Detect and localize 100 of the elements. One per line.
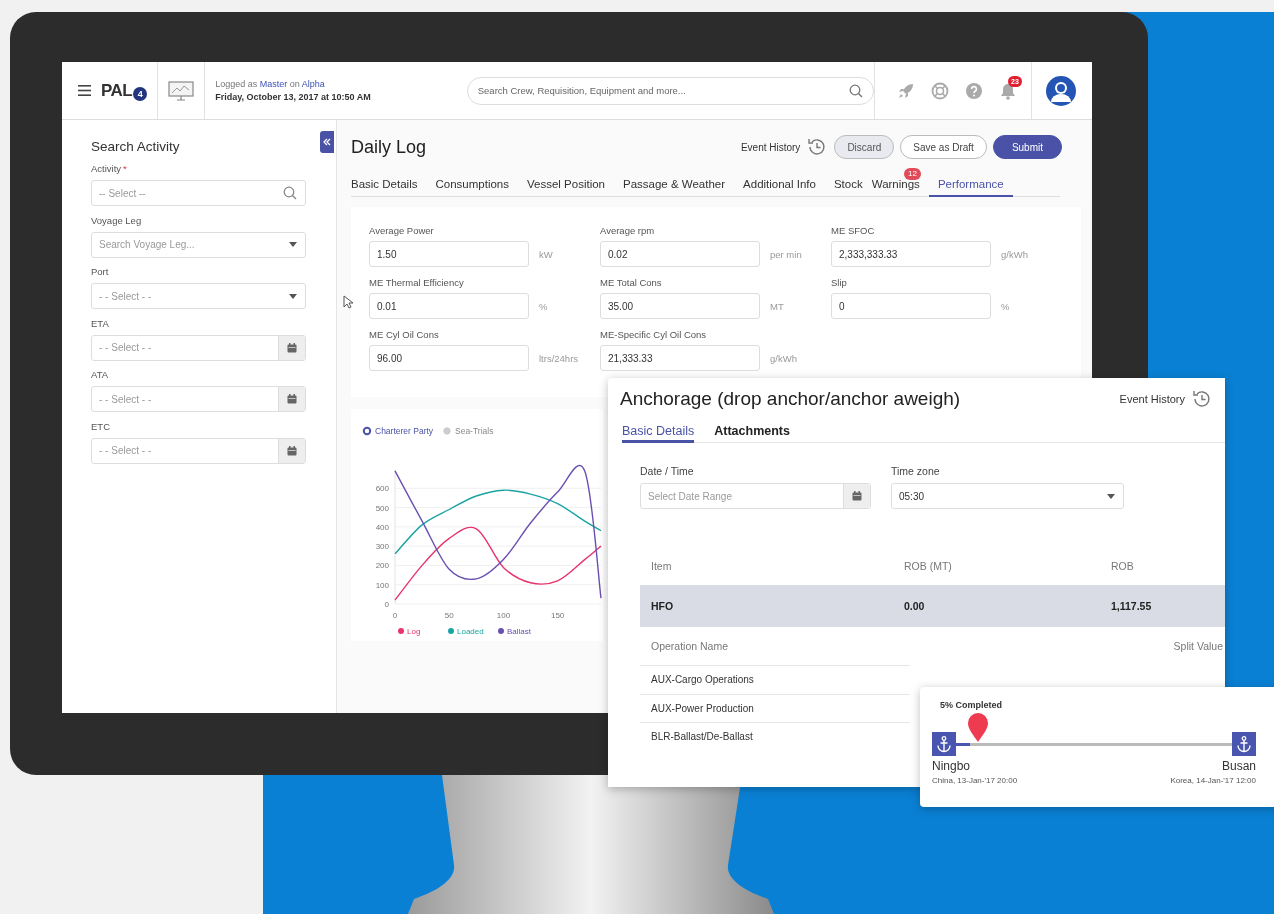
- axis-label: 150: [550, 611, 565, 620]
- radio-button[interactable]: [362, 426, 372, 436]
- panel-title: Search Activity: [91, 139, 180, 154]
- event-history-link[interactable]: Event History: [740, 141, 801, 153]
- caret-icon: [289, 293, 297, 299]
- field-label: Average rpm: [600, 225, 656, 236]
- search-icon: [283, 186, 297, 200]
- unit-label: ltrs/24hrs: [539, 352, 579, 364]
- input-field[interactable]: 35.00: [600, 293, 760, 319]
- axis-label: 100: [496, 611, 511, 620]
- avatar-icon[interactable]: [1046, 75, 1076, 106]
- tab[interactable]: Performance: [928, 172, 1013, 197]
- field-label: Voyage Leg: [91, 214, 142, 226]
- column-header: Operation Name: [651, 640, 729, 652]
- table-cell: AUX-Power Production: [640, 693, 910, 722]
- calendar-icon: [287, 342, 297, 353]
- input-field[interactable]: 0.01: [369, 293, 529, 319]
- port-detail: Korea, 14-Jan-'17 12:00: [1170, 776, 1256, 785]
- unit-label: MT: [770, 300, 784, 312]
- port-detail: China, 13-Jan-'17 20:00: [932, 776, 1018, 785]
- user-link[interactable]: Master: [259, 78, 288, 89]
- tab[interactable]: Vessel Position: [518, 172, 614, 197]
- column-header: ROB: [1111, 560, 1135, 572]
- tab[interactable]: Consumptions: [426, 172, 518, 197]
- axis-label: 300: [375, 542, 389, 552]
- calendar-icon: [287, 394, 297, 404]
- table-row[interactable]: HFO 0.00 1,117.55: [640, 585, 1225, 627]
- axis-label: 500: [375, 503, 389, 513]
- legend-label: Ballast: [507, 627, 531, 636]
- axis-label: 600: [375, 484, 389, 494]
- input-field[interactable]: 0.02: [600, 241, 760, 267]
- location-pin-icon: [967, 712, 990, 743]
- field-label: Date / Time: [640, 465, 695, 477]
- submit-button[interactable]: Submit: [992, 135, 1062, 159]
- monitor-icon[interactable]: [168, 80, 195, 101]
- unit-label: per min: [770, 248, 802, 260]
- input-field[interactable]: 96.00: [369, 345, 529, 371]
- table-cell: AUX-Cargo Operations: [640, 665, 910, 694]
- field-label: Activity: [91, 163, 122, 174]
- field-label: ETC: [91, 420, 110, 432]
- tab[interactable]: Additional Info: [734, 172, 825, 197]
- field-label: ME-Specific Cyl Oil Cons: [600, 329, 708, 340]
- axis-label: 200: [375, 561, 389, 571]
- axis-label: 0: [384, 600, 389, 609]
- logo-text: PAL: [101, 80, 133, 101]
- tab[interactable]: Basic Details: [622, 424, 695, 443]
- input-field[interactable]: 2,333,333.33: [831, 241, 991, 267]
- column-header: ROB (MT): [904, 560, 953, 572]
- field-label: ME Thermal Efficiency: [369, 277, 465, 288]
- draft-button[interactable]: Save as Draft: [900, 135, 987, 159]
- field-label: Time zone: [891, 465, 941, 477]
- column-header: Split Value: [1173, 640, 1223, 652]
- tab[interactable]: Attachments: [714, 424, 790, 443]
- caret-icon: [1107, 493, 1115, 499]
- table-cell-text: HFO: [651, 600, 675, 612]
- field-label: ETA: [91, 317, 109, 329]
- unit-label: g/kWh: [1001, 248, 1028, 260]
- unit-label: kW: [539, 248, 553, 260]
- timezone-dropdown[interactable]: 05:30: [891, 483, 1124, 509]
- field-label: Slip: [831, 277, 848, 288]
- login-text: Logged as Master on Alpha: [215, 77, 326, 91]
- field-label: ME SFOC: [831, 225, 876, 236]
- table-cell-text: 1,117.55: [1111, 600, 1153, 612]
- axis-label: 50: [444, 611, 454, 620]
- clock-history-icon: [1191, 388, 1213, 410]
- table-cell: BLR-Ballast/De-Ballast: [640, 722, 910, 751]
- anchor-icon: [1232, 732, 1256, 756]
- calendar-icon: [287, 445, 297, 456]
- field-label: Port: [91, 266, 109, 277]
- anchor-icon: [932, 732, 956, 756]
- tab[interactable]: Basic Details: [351, 172, 427, 197]
- collapse-button[interactable]: [320, 131, 334, 153]
- bell-icon[interactable]: [999, 81, 1018, 100]
- unit-label: %: [1001, 300, 1010, 312]
- menu-icon[interactable]: [78, 85, 91, 96]
- required-marker: *: [123, 163, 127, 174]
- option-label[interactable]: Charterer Party: [375, 426, 434, 436]
- axis-label: 100: [375, 580, 389, 590]
- tab[interactable]: Stock: [824, 172, 872, 197]
- field-label: ME Cyl Oil Cons: [369, 329, 440, 340]
- discard-button[interactable]: Discard: [834, 135, 895, 159]
- unit-label: g/kWh: [770, 352, 797, 364]
- caret-icon: [289, 242, 297, 247]
- input-field[interactable]: 1.50: [369, 241, 529, 267]
- option-label[interactable]: Sea-Trials: [455, 426, 494, 436]
- card-title: Anchorage (drop anchor/anchor aweigh): [620, 388, 961, 410]
- event-history-link[interactable]: Event History: [1119, 393, 1185, 405]
- input-field[interactable]: 21,333.33: [600, 345, 760, 371]
- port-name: Ningbo: [932, 759, 972, 773]
- tab[interactable]: Passage & Weather: [614, 172, 735, 197]
- search-icon: [849, 83, 864, 98]
- field-label: ATA: [91, 369, 109, 380]
- unit-label: %: [539, 300, 548, 312]
- input-field[interactable]: 0: [831, 293, 991, 319]
- count-badge: 12: [903, 168, 921, 180]
- table-cell-text: 0.00: [904, 600, 926, 612]
- vessel-link[interactable]: Alpha: [301, 78, 325, 89]
- port-name: Busan: [1220, 759, 1256, 773]
- field-label: Average Power: [369, 225, 435, 236]
- column-header: Item: [651, 560, 673, 572]
